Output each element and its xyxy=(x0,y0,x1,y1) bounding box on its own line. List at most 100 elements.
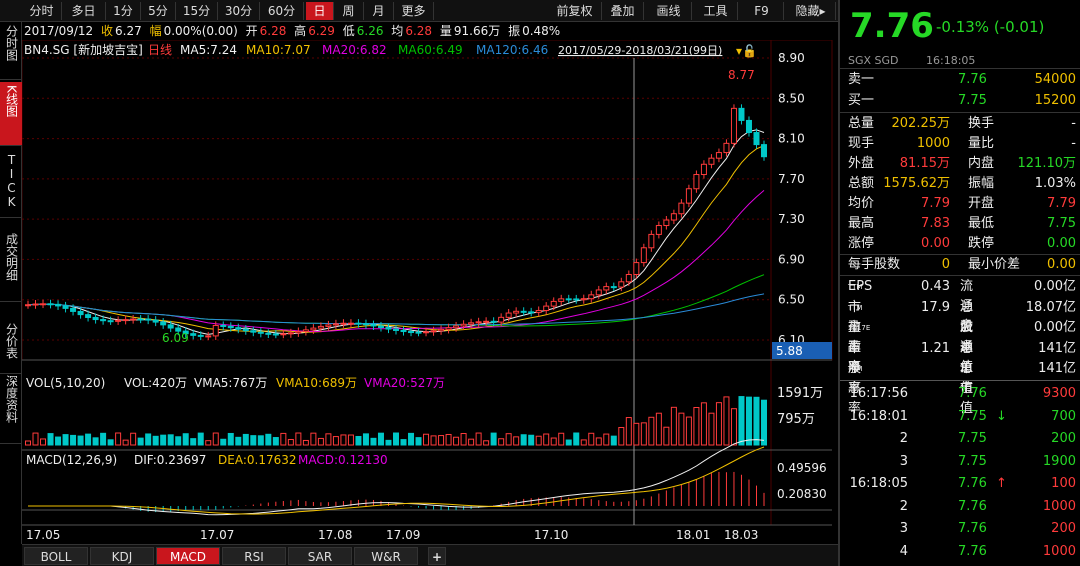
stat-value: - xyxy=(1071,136,1076,151)
lot-value: 0 xyxy=(941,257,950,272)
kline-chart-area[interactable]: BN4.SG [新加坡吉宝] 日线 MA5:7.24 MA10:7.07 MA2… xyxy=(22,40,838,544)
tab-sar[interactable]: SAR xyxy=(288,547,352,565)
tab-price-table[interactable]: 分价表 xyxy=(0,320,22,374)
volume-bar xyxy=(115,432,122,446)
tab-rsi[interactable]: RSI xyxy=(222,547,286,565)
price-change: -0.13% (-0.01) xyxy=(936,18,1045,36)
stat-value: 7.79 xyxy=(1047,196,1076,211)
tab-tick[interactable]: TICK xyxy=(0,150,22,218)
volume-bar xyxy=(430,435,437,446)
period-button-intraday[interactable]: 分时 xyxy=(22,2,62,20)
tab-kdj[interactable]: KDJ xyxy=(90,547,154,565)
tab-trade-detail[interactable]: 成交明细 xyxy=(0,230,22,302)
tick-row[interactable]: 16:18:01 7.75 ↓ 700 xyxy=(848,407,1076,427)
volume-bar xyxy=(520,434,527,446)
macd-legend-dif: DIF:0.23697 xyxy=(134,453,206,467)
overlay-button[interactable]: 叠加 xyxy=(602,2,644,20)
tab-intraday-chart[interactable]: 分时图 xyxy=(0,22,22,80)
volume-bar xyxy=(438,435,445,446)
candle-body xyxy=(543,305,550,311)
draw-line-button[interactable]: 画线 xyxy=(646,2,692,20)
volume-bar xyxy=(513,436,520,446)
high-value: 6.29 xyxy=(308,24,335,38)
x-tick: 17.09 xyxy=(386,528,420,542)
candle-body xyxy=(393,328,399,331)
stat-value: 1000 xyxy=(916,136,950,151)
period-button-30min[interactable]: 30分 xyxy=(218,2,260,20)
tick-row[interactable]: 4 7.76 1000 xyxy=(848,542,1076,562)
tick-row[interactable]: 16:17:56 7.76 9300 xyxy=(848,384,1076,404)
candle-body xyxy=(753,132,760,146)
bid-label: 买一 xyxy=(848,93,875,108)
hide-button[interactable]: 隐藏▸ xyxy=(786,2,836,20)
period-button-month[interactable]: 月 xyxy=(364,2,394,20)
volume-bar xyxy=(573,432,580,446)
volume-bar xyxy=(655,412,662,446)
volume-bar xyxy=(302,439,309,446)
volume-bar xyxy=(197,432,204,446)
candle-body xyxy=(340,322,347,325)
candle-body xyxy=(520,310,527,313)
fund-value: 0.43 xyxy=(921,279,950,294)
period-button-multiday[interactable]: 多日 xyxy=(62,2,106,20)
tab-intraday-label: 分时图 xyxy=(4,25,19,61)
tick-row[interactable]: 3 7.75 1900 xyxy=(848,452,1076,472)
tick-price: 7.76 xyxy=(958,386,987,401)
candle-body xyxy=(145,318,152,321)
tab-kline-chart[interactable]: K线图 xyxy=(0,82,22,146)
exchange-label: SGX SGD xyxy=(848,54,899,67)
ask-row: 卖一 7.76 54000 xyxy=(848,70,1076,90)
volume-bar xyxy=(92,437,99,446)
volume-bar xyxy=(745,396,752,446)
price-tick-label: 7.30 xyxy=(778,212,805,226)
candle-body xyxy=(513,310,520,314)
lock-icon[interactable]: ▾🔓 xyxy=(736,44,757,58)
tools-button[interactable]: 工具 xyxy=(694,2,738,20)
candle-body xyxy=(235,327,242,330)
tab-boll[interactable]: BOLL xyxy=(24,547,88,565)
candle-body xyxy=(85,314,92,318)
quote-panel: 7.76 -0.13% (-0.01) SGX SGD 16:18:05 卖一 … xyxy=(838,0,1080,566)
lot-label: 每手股数 xyxy=(848,257,901,272)
add-indicator-button[interactable]: + xyxy=(428,547,446,565)
volume-bar xyxy=(280,432,287,446)
volume-bar xyxy=(565,439,572,446)
volume-bar xyxy=(640,422,647,446)
period-button-more[interactable]: 更多 xyxy=(394,2,434,20)
vol-legend-vol: VOL:420万 xyxy=(124,376,187,390)
volume-bar xyxy=(648,416,655,446)
tick-row[interactable]: 16:18:05 7.76 ↑ 100 xyxy=(848,474,1076,494)
tick-row[interactable]: 2 7.75 200 xyxy=(848,429,1076,449)
period-button-day[interactable]: 日 xyxy=(306,2,334,20)
candle-body xyxy=(100,319,107,322)
volume-bar xyxy=(77,435,84,446)
tick-price: 7.75 xyxy=(958,431,987,446)
f9-button[interactable]: F9 xyxy=(740,2,784,20)
tab-macd[interactable]: MACD xyxy=(156,547,220,565)
tab-wr[interactable]: W&R xyxy=(354,547,418,565)
period-button-5min[interactable]: 5分 xyxy=(141,2,176,20)
period-button-60min[interactable]: 60分 xyxy=(260,2,304,20)
tick-price: 7.75 xyxy=(958,453,987,469)
indicator-tabs: BOLL KDJ MACD RSI SAR W&R + xyxy=(22,544,838,566)
price-tick-label: 8.50 xyxy=(778,91,805,105)
adjust-button[interactable]: 前复权 xyxy=(548,2,602,20)
volume-bar xyxy=(468,438,475,446)
tab-depth-info[interactable]: 深度资料 xyxy=(0,372,22,444)
candle-body xyxy=(408,331,415,334)
candle-body xyxy=(438,328,445,332)
candle-body xyxy=(62,305,69,309)
stat-value: 0.00 xyxy=(921,236,950,251)
period-button-15min[interactable]: 15分 xyxy=(176,2,218,20)
volume-bar xyxy=(47,433,54,446)
period-button-week[interactable]: 周 xyxy=(334,2,364,20)
tick-volume: 1900 xyxy=(1042,453,1076,469)
candle-body xyxy=(152,319,159,323)
tick-row[interactable]: 2 7.76 1000 xyxy=(848,497,1076,517)
candle-body xyxy=(347,322,354,325)
period-button-1min[interactable]: 1分 xyxy=(106,2,141,20)
candle-body xyxy=(588,294,595,300)
volume-bar xyxy=(453,436,460,446)
stat-value: 7.79 xyxy=(921,196,950,211)
tick-row[interactable]: 3 7.76 200 xyxy=(848,519,1076,539)
